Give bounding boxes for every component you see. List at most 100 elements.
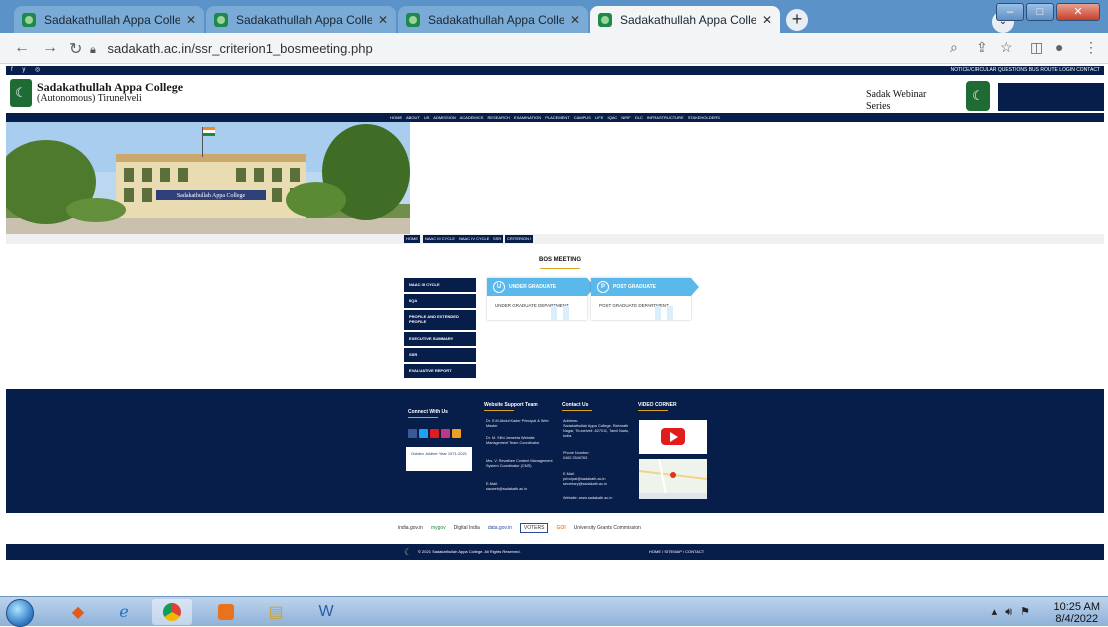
partner-logo[interactable]: University Grants Commission — [574, 525, 641, 531]
forward-arrow-icon[interactable]: → — [42, 39, 58, 57]
partner-logo[interactable]: VOTERS — [519, 523, 549, 533]
bottom-links[interactable]: HOME / SITEMAP / CONTACT — [649, 544, 704, 560]
address-bar-row: ← → ↻ 🔒︎ sadakath.ac.in/ssr_criterion1_b… — [0, 33, 1108, 64]
breadcrumb-criterion: CRITERION I — [505, 235, 534, 243]
side-menu-item[interactable]: NAAC III CYCLE — [404, 278, 476, 292]
header-banner-box — [998, 83, 1104, 111]
tab-title: Sadakathullah Appa College, Pala — [620, 12, 756, 27]
youtube-icon[interactable] — [430, 429, 439, 438]
contact-heading: Contact Us — [562, 402, 589, 408]
matlab-icon[interactable]: ◆ — [58, 599, 98, 625]
side-panel-icon[interactable]: ◫ — [1030, 39, 1043, 56]
close-tab-icon[interactable]: ✕ — [762, 13, 772, 27]
phone-number[interactable]: 0462 2540763 — [563, 456, 587, 461]
connect-heading: Connect With Us — [408, 409, 448, 415]
browser-tab[interactable]: Sadakathullah Appa College, Pala ✕ — [398, 6, 588, 33]
site-footer: Connect With Us Golden Jubilee Year 1971… — [6, 389, 1104, 513]
heading-underline — [408, 417, 438, 418]
media-player-icon[interactable] — [206, 599, 246, 625]
under-graduate-card[interactable]: U UNDER GRADUATE UNDER GRADUATE DEPARTME… — [487, 278, 595, 320]
clock-date: 8/4/2022 — [1055, 613, 1099, 625]
card-header[interactable]: P POST GRADUATE — [591, 278, 699, 296]
reload-icon[interactable]: ↻ — [69, 39, 82, 59]
partner-logo[interactable]: data.gov.in — [488, 525, 512, 531]
college-building-photo: Sadakathullah Appa College — [6, 122, 410, 234]
partner-logo[interactable]: india.gov.in — [398, 525, 423, 531]
twitter-icon[interactable] — [419, 429, 428, 438]
support-member-3: Mrs. V. Revathee Content Management Syst… — [486, 459, 553, 468]
map-illustration — [639, 459, 707, 499]
side-menu-item[interactable]: EVALUATIVE REPORT — [404, 364, 476, 378]
share-icon[interactable]: ⇪ — [976, 39, 988, 56]
side-menu-item[interactable]: IIQA — [404, 294, 476, 308]
facebook-icon[interactable] — [408, 429, 417, 438]
site-top-strip: f y ◎ NOTICE/CIRCULAR QUESTIONS BUS ROUT… — [6, 66, 1104, 75]
start-button[interactable] — [6, 599, 34, 627]
breadcrumb-home[interactable]: HOME — [404, 235, 420, 243]
close-tab-icon[interactable]: ✕ — [570, 13, 580, 27]
tab-title: Sadakathullah Appa College, Pala — [236, 12, 372, 27]
maximize-button[interactable]: □ — [1026, 3, 1054, 21]
top-quick-links[interactable]: NOTICE/CIRCULAR QUESTIONS BUS ROUTE LOGI… — [951, 66, 1100, 75]
close-tab-icon[interactable]: ✕ — [186, 13, 196, 27]
address-text: Sadakathullah Appa College, Rahmath Naga… — [563, 424, 630, 438]
support-member-1: Dr. S.M.Abdul Kader Principal & Web Mast… — [486, 419, 549, 428]
email-text[interactable]: principal@sadakath.ac.in secretary@sadak… — [563, 477, 623, 487]
youtube-video-embed[interactable] — [639, 420, 707, 454]
taskbar-clock[interactable]: 10:25 AM 8/4/2022 — [1054, 601, 1100, 625]
breadcrumb-naac-iv[interactable]: NAAC IV CYCLE — [457, 235, 492, 243]
side-menu-item[interactable]: PROFILE AND EXTENDED PROFILE — [404, 310, 476, 330]
partner-logo[interactable]: GOI — [556, 525, 565, 531]
social-links[interactable]: f y ◎ — [11, 66, 44, 75]
card-header-label: POST GRADUATE — [613, 284, 656, 290]
heading-underline — [562, 410, 592, 411]
support-member-2: Dr. M. Sithi Jameela Website Management … — [486, 436, 540, 445]
website-link[interactable]: Website: www.sadakath.ac.in — [563, 496, 612, 501]
file-explorer-icon[interactable]: ▤ — [256, 599, 296, 625]
windows-taskbar: ◆ ℯ ▤ W ▴🔊︎⚑ 10:25 AM 8/4/2022 — [0, 596, 1108, 627]
college-logo-icon[interactable]: ☾ — [10, 79, 32, 107]
minimize-button[interactable]: – — [996, 3, 1024, 21]
breadcrumb-naac-iii[interactable]: NAAC III CYCLE — [423, 235, 458, 243]
url-field[interactable]: 🔒︎ sadakath.ac.in/ssr_criterion1_bosmeet… — [90, 38, 950, 59]
partner-logo[interactable]: mygov — [431, 525, 446, 531]
footer-bottom-bar: ☾ © 2021 Sadakathullah Appa College. All… — [6, 544, 1104, 560]
zoom-icon[interactable]: ⌕ — [950, 39, 958, 56]
profile-avatar-icon[interactable]: ● — [1055, 39, 1063, 55]
youtube-play-icon[interactable] — [661, 428, 685, 445]
new-tab-button[interactable]: + — [786, 9, 808, 31]
side-menu-item[interactable]: SSR — [404, 348, 476, 362]
side-menu-item[interactable]: EXECUTIVE SUMMARY — [404, 332, 476, 346]
site-favicon-icon — [22, 12, 36, 27]
card-header-label: UNDER GRADUATE — [509, 284, 557, 290]
webinar-link[interactable]: Sadak Webinar Series — [866, 89, 936, 113]
internet-explorer-icon[interactable]: ℯ — [104, 599, 144, 625]
bookmark-star-icon[interactable]: ☆ — [1000, 39, 1013, 56]
site-header: ☾ Sadakathullah Appa College (Autonomous… — [6, 75, 1104, 113]
instagram-icon[interactable] — [441, 429, 450, 438]
browser-tab-active[interactable]: Sadakathullah Appa College, Pala ✕ — [590, 6, 780, 33]
breadcrumb-ssr[interactable]: SSR — [491, 235, 504, 243]
close-tab-icon[interactable]: ✕ — [378, 13, 388, 27]
hero-sign-text: Sadakathullah Appa College — [177, 193, 246, 199]
golden-jubilee-badge: Golden Jubilee Year 1971-2021 — [406, 447, 472, 471]
card-header[interactable]: U UNDER GRADUATE — [487, 278, 595, 296]
post-graduate-card[interactable]: P POST GRADUATE POST GRADUATE DEPARTMENT — [591, 278, 699, 320]
heading-underline — [638, 410, 668, 411]
browser-tab[interactable]: Sadakathullah Appa College, Pala ✕ — [206, 6, 396, 33]
close-window-button[interactable]: ✕ — [1056, 3, 1100, 21]
support-mail[interactable]: sacweb@sadakath.ac.in — [486, 487, 527, 492]
word-icon[interactable]: W — [306, 599, 346, 625]
partner-logo[interactable]: Digital India — [454, 525, 480, 531]
browser-tab[interactable]: Sadakathullah Appa College, Pala ✕ — [14, 6, 204, 33]
title-underline — [540, 268, 580, 269]
rss-icon[interactable] — [452, 429, 461, 438]
heading-underline — [484, 410, 514, 411]
main-nav-menu[interactable]: HOME ABOUT US ADMISSION ACADEMICS RESEAR… — [6, 113, 1104, 122]
kebab-menu-icon[interactable]: ⋮ — [1084, 39, 1098, 56]
chrome-icon[interactable] — [152, 599, 192, 625]
location-map[interactable] — [639, 459, 707, 499]
back-arrow-icon[interactable]: ← — [14, 39, 30, 57]
system-tray-icons[interactable]: ▴🔊︎⚑ — [992, 605, 1038, 619]
college-logo-icon: ☾ — [404, 547, 413, 557]
